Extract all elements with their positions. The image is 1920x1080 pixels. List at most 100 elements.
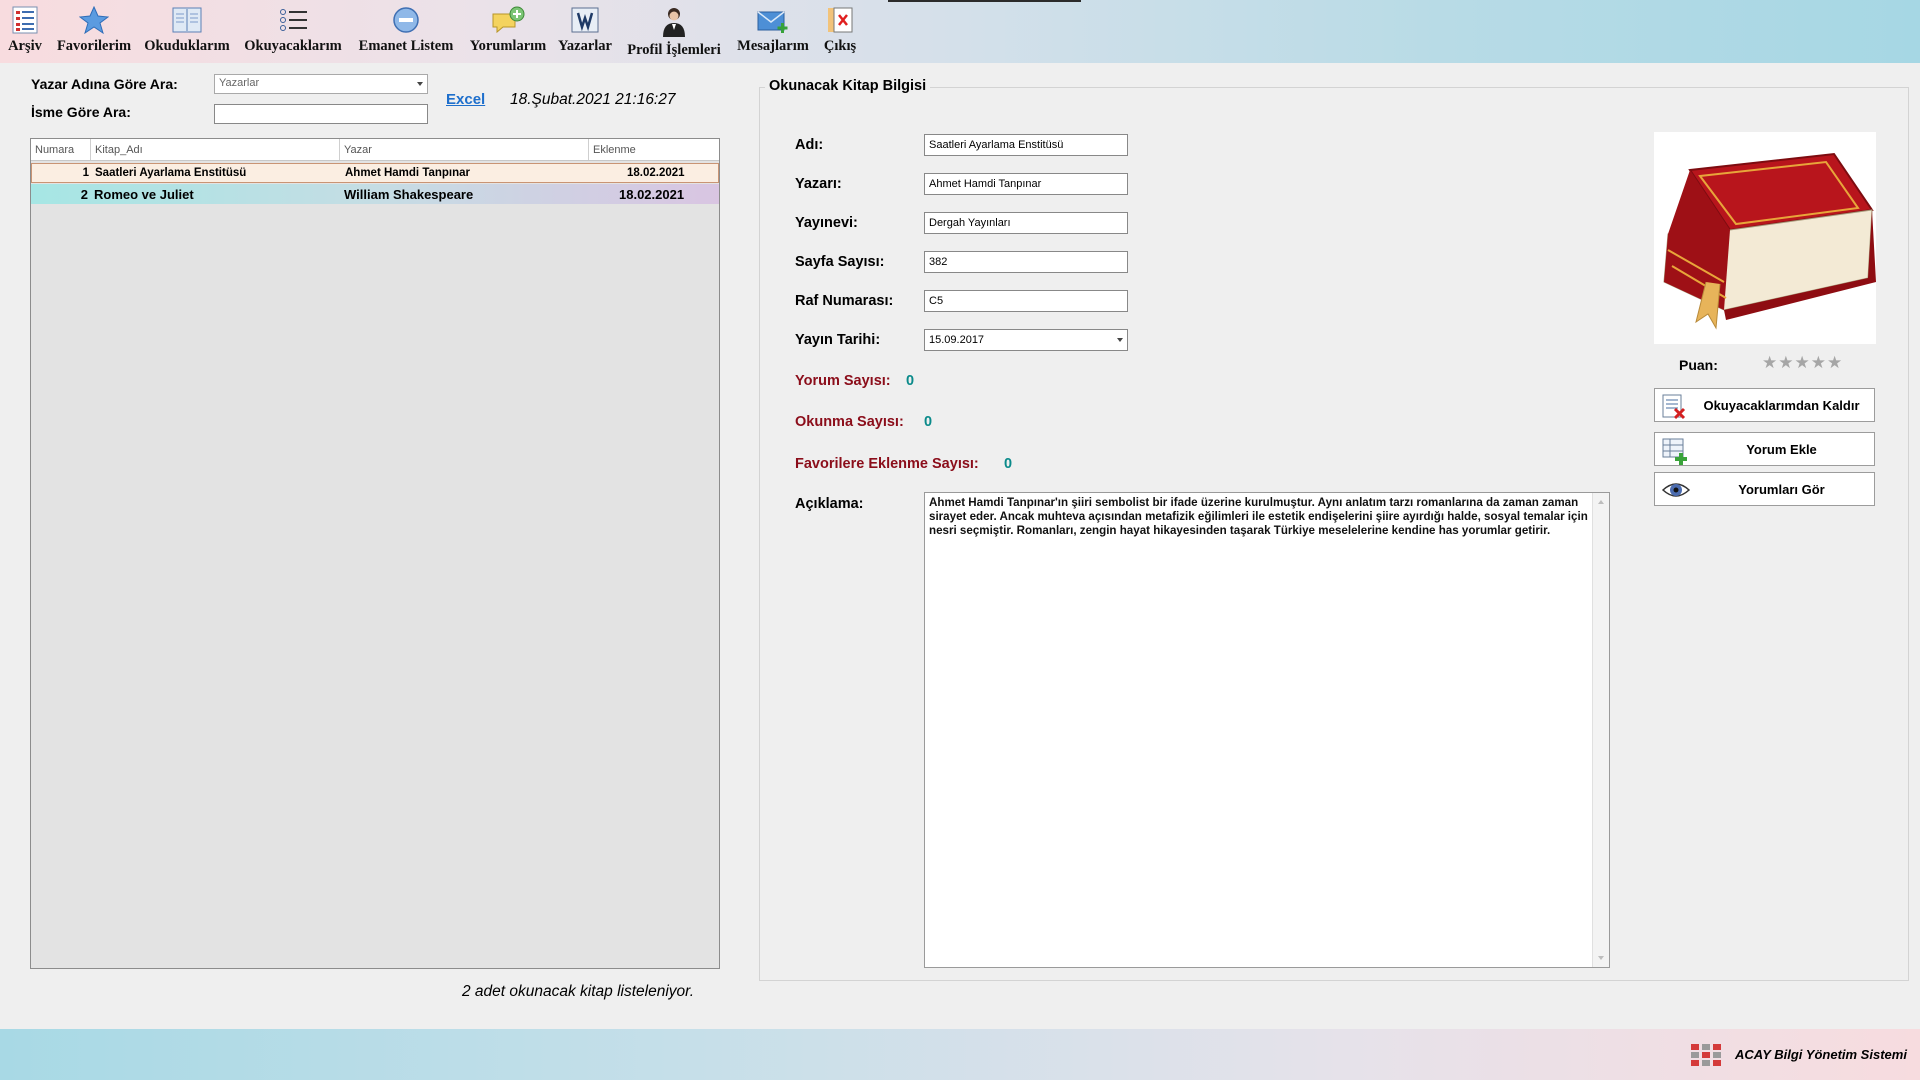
- view-comments-label: Yorumları Gör: [1738, 482, 1825, 497]
- rating-label: Puan:: [1679, 357, 1718, 373]
- toolbar-read-button[interactable]: Okuduklarım: [144, 6, 230, 60]
- excel-export-link[interactable]: Excel: [446, 91, 485, 108]
- description-scrollbar[interactable]: [1592, 493, 1609, 967]
- row-number: 1: [82, 167, 89, 179]
- row-author: William Shakespeare: [344, 187, 474, 202]
- row-number: 2: [80, 187, 88, 202]
- row-date: 18.02.2021: [627, 167, 685, 179]
- grid-header: Numara Kitap_Adı Yazar Eklenme: [31, 139, 719, 161]
- publisher-label: Yayınevi:: [795, 215, 858, 231]
- pubdate-label: Yayın Tarihi:: [795, 332, 881, 348]
- rating-stars[interactable]: ★★★★★: [1762, 353, 1843, 373]
- toolbar-messages-button[interactable]: Mesajlarım: [734, 6, 812, 60]
- comment-count-label: Yorum Sayısı:: [795, 373, 891, 389]
- shelf-field[interactable]: C5: [924, 290, 1128, 312]
- to-read-grid[interactable]: Numara Kitap_Adı Yazar Eklenme 1 Saatler…: [30, 138, 720, 969]
- toolbar-archive-button[interactable]: Arşiv: [5, 6, 45, 60]
- favorite-count-label: Favorilere Eklenme Sayısı:: [795, 456, 979, 472]
- read-count-value: 0: [924, 414, 933, 430]
- table-row[interactable]: 1 Saatleri Ayarlama Enstitüsü Ahmet Hamd…: [31, 163, 719, 183]
- comment-add-icon: [492, 6, 525, 34]
- add-comment-button[interactable]: Yorum Ekle: [1654, 432, 1875, 466]
- toolbar-label: Emanet Listem: [358, 38, 454, 54]
- toolbar-label: Okuduklarım: [144, 38, 230, 54]
- app-name: ACAY Bilgi Yönetim Sistemi: [1735, 1047, 1907, 1062]
- person-icon: [663, 8, 685, 37]
- toolbar-label: Favorilerim: [56, 38, 132, 54]
- read-count-label: Okunma Sayısı:: [795, 414, 904, 430]
- bullet-list-icon: [280, 9, 307, 31]
- toolbar-label: Çıkış: [823, 38, 857, 54]
- row-title: Romeo ve Juliet: [94, 187, 194, 202]
- chevron-down-icon: [417, 82, 423, 86]
- pages-field[interactable]: 382: [924, 251, 1128, 273]
- name-field[interactable]: Saatleri Ayarlama Enstitüsü: [924, 134, 1128, 156]
- pubdate-picker[interactable]: 15.09.2017: [924, 329, 1128, 351]
- scroll-down-icon[interactable]: [1598, 956, 1604, 960]
- row-date: 18.02.2021: [619, 187, 685, 202]
- remove-from-toread-button[interactable]: Okuyacaklarımdan Kaldır: [1654, 388, 1875, 422]
- grid-column-header[interactable]: Eklenme: [589, 139, 719, 160]
- description-text: Ahmet Hamdi Tanpınar'ın şiiri sembolist …: [929, 496, 1588, 537]
- toolbar-label: Yorumlarım: [469, 38, 547, 54]
- name-search-input[interactable]: [214, 104, 428, 124]
- list-remove-icon: [1662, 394, 1686, 420]
- writer-book-icon: [571, 7, 599, 33]
- grid-column-header[interactable]: Yazar: [340, 139, 589, 160]
- toolbar-profile-button[interactable]: Profil İşlemleri: [624, 6, 724, 60]
- toolbar-favorites-button[interactable]: Favorilerim: [55, 6, 133, 60]
- minus-circle-icon: [393, 7, 419, 33]
- author-combo-placeholder: Yazarlar: [219, 77, 260, 89]
- toolbar-label: Profil İşlemleri: [627, 42, 721, 58]
- mail-add-icon: [757, 11, 788, 33]
- exit-icon: [828, 7, 853, 33]
- view-comments-button[interactable]: Yorumları Gör: [1654, 472, 1875, 506]
- group-title: Okunacak Kitap Bilgisi: [765, 78, 931, 94]
- eye-icon: [1661, 483, 1691, 497]
- table-row[interactable]: 2 Romeo ve Juliet William Shakespeare 18…: [31, 184, 719, 204]
- pubdate-value: 15.09.2017: [929, 334, 985, 346]
- toolbar-exit-button[interactable]: Çıkış: [821, 6, 859, 60]
- star-icon: [79, 6, 109, 34]
- description-textarea[interactable]: Ahmet Hamdi Tanpınar'ın şiiri sembolist …: [924, 492, 1610, 968]
- remove-button-label: Okuyacaklarımdan Kaldır: [1703, 398, 1860, 413]
- toolbar-label: Mesajlarım: [737, 38, 809, 54]
- window-top-line: [888, 0, 1081, 2]
- toolbar-loan-list-button[interactable]: Emanet Listem: [355, 6, 457, 60]
- grid-column-header[interactable]: Kitap_Adı: [91, 139, 340, 160]
- archive-list-icon: [12, 6, 38, 34]
- toolbar-toread-button[interactable]: Okuyacaklarım: [243, 6, 343, 60]
- toolbar-label: Yazarlar: [558, 38, 612, 54]
- add-comment-label: Yorum Ekle: [1746, 442, 1817, 457]
- datetime-label: 18.Şubat.2021 21:16:27: [510, 91, 676, 108]
- grid-column-header[interactable]: Numara: [31, 139, 91, 160]
- author-field[interactable]: Ahmet Hamdi Tanpınar: [924, 173, 1128, 195]
- shelf-label: Raf Numarası:: [795, 293, 894, 309]
- book-cover-image: [1654, 132, 1876, 344]
- author-combo[interactable]: Yazarlar: [214, 74, 428, 94]
- listed-count-info: 2 adet okunacak kitap listeleniyor.: [462, 983, 695, 1000]
- chevron-down-icon: [1117, 338, 1123, 342]
- author-search-label: Yazar Adına Göre Ara:: [31, 76, 178, 92]
- scroll-up-icon[interactable]: [1598, 500, 1604, 504]
- publisher-field[interactable]: Dergah Yayınları: [924, 212, 1128, 234]
- comment-count-value: 0: [906, 373, 915, 389]
- table-add-icon: [1662, 438, 1687, 465]
- description-label: Açıklama:: [795, 496, 864, 512]
- open-book-icon: [172, 7, 202, 33]
- toolbar: Arşiv Favorilerim Okuduklarım Okuyacakla…: [0, 0, 1920, 63]
- toolbar-authors-button[interactable]: Yazarlar: [557, 6, 613, 60]
- row-author: Ahmet Hamdi Tanpınar: [345, 167, 471, 179]
- toolbar-label: Okuyacaklarım: [244, 38, 342, 54]
- favorite-count-value: 0: [1004, 456, 1013, 472]
- pages-label: Sayfa Sayısı:: [795, 254, 885, 270]
- toolbar-label: Arşiv: [8, 38, 42, 54]
- app-logo-icon: [1691, 1044, 1721, 1066]
- name-label: Adı:: [795, 137, 824, 153]
- toolbar-my-comments-button[interactable]: Yorumlarım: [468, 6, 548, 60]
- name-search-label: İsme Göre Ara:: [31, 104, 131, 120]
- status-bar: ACAY Bilgi Yönetim Sistemi: [0, 1029, 1920, 1080]
- book-cover-icon: [1663, 152, 1876, 330]
- author-label: Yazarı:: [795, 176, 842, 192]
- row-title: Saatleri Ayarlama Enstitüsü: [95, 167, 247, 179]
